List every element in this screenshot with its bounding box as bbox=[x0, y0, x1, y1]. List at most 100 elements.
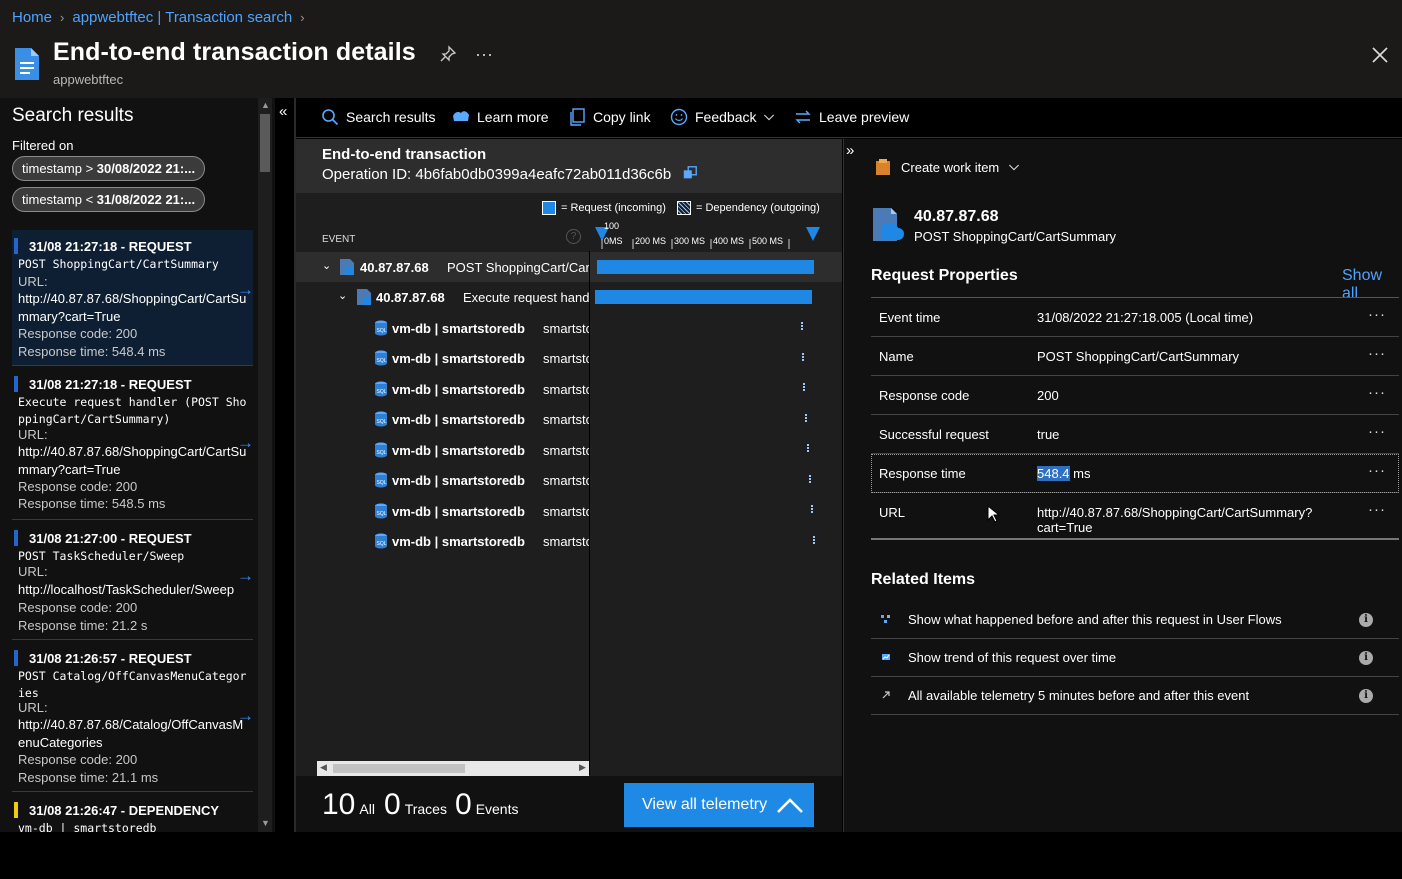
svg-text:SQL: SQL bbox=[377, 480, 387, 486]
property-row[interactable]: Successful request true ··· bbox=[871, 415, 1399, 454]
view-all-telemetry-button[interactable]: View all telemetry bbox=[624, 783, 814, 827]
timeline-scale[interactable]: 100 0MS 200 MS 300 MS 400 MS 500 MS bbox=[595, 221, 820, 251]
dependency-row[interactable]: SQL vm-db | smartstoredb smartstc bbox=[296, 435, 842, 465]
arrow-right-icon[interactable]: → bbox=[237, 566, 254, 586]
search-result-item[interactable]: 31/08 21:27:18 - REQUEST POST ShoppingCa… bbox=[12, 230, 254, 366]
chevron-right-icon: › bbox=[60, 10, 65, 25]
breadcrumb-parent[interactable]: appwebtftec | Transaction search bbox=[72, 9, 292, 26]
events-count-label: Events bbox=[475, 801, 519, 817]
dependency-row[interactable]: SQL vm-db | smartstoredb smartstc bbox=[296, 496, 842, 526]
more-options-icon[interactable]: ··· bbox=[475, 44, 493, 65]
scroll-right-icon[interactable]: ▶ bbox=[579, 762, 586, 773]
column-splitter[interactable] bbox=[589, 251, 590, 775]
copy-id-icon[interactable] bbox=[681, 165, 699, 181]
filter-chip-start[interactable]: timestamp > 30/08/2022 21:... bbox=[12, 156, 205, 181]
svg-text:SQL: SQL bbox=[377, 511, 387, 517]
dependency-tick[interactable] bbox=[809, 474, 811, 483]
dependency-row[interactable]: SQL vm-db | smartstoredb smartstc bbox=[296, 526, 842, 556]
search-result-item[interactable]: 31/08 21:26:47 - DEPENDENCY vm-db | smar… bbox=[12, 794, 253, 832]
search-icon bbox=[322, 109, 339, 126]
expand-right-icon[interactable]: » bbox=[846, 142, 854, 159]
arrow-right-icon[interactable]: → bbox=[237, 433, 254, 453]
related-item[interactable]: All available telemetry 5 minutes before… bbox=[871, 677, 1399, 715]
external-arrow-icon bbox=[882, 691, 890, 699]
more-options-icon[interactable]: ··· bbox=[1368, 384, 1386, 401]
search-result-item[interactable]: 31/08 21:27:00 - REQUEST POST TaskSchedu… bbox=[12, 522, 254, 640]
transaction-row[interactable]: ⌄ 40.87.87.68 Execute request handl bbox=[296, 282, 842, 312]
related-item[interactable]: Show trend of this request over time i bbox=[871, 639, 1399, 677]
traces-count[interactable]: 0 Traces bbox=[384, 788, 447, 822]
learn-more-label: Learn more bbox=[477, 109, 549, 125]
timeline-bar[interactable] bbox=[597, 260, 814, 274]
close-icon[interactable] bbox=[1371, 46, 1389, 64]
chevron-up-icon bbox=[777, 798, 803, 813]
scrollbar-thumb[interactable] bbox=[333, 764, 465, 773]
property-row[interactable]: Response code 200 ··· bbox=[871, 376, 1399, 415]
events-count-number: 0 bbox=[455, 788, 472, 821]
arrow-right-icon[interactable]: → bbox=[237, 706, 254, 726]
more-options-icon[interactable]: ··· bbox=[1368, 423, 1386, 440]
traces-count-number: 0 bbox=[384, 788, 401, 821]
dependency-tick[interactable] bbox=[802, 352, 804, 361]
search-result-item[interactable]: 31/08 21:26:57 - REQUEST POST Catalog/Of… bbox=[12, 642, 254, 792]
chevron-down-icon[interactable]: ⌄ bbox=[322, 259, 331, 272]
copy-icon bbox=[570, 108, 585, 126]
more-options-icon[interactable]: ··· bbox=[1368, 501, 1386, 518]
dependency-row[interactable]: SQL vm-db | smartstoredb smartstc bbox=[296, 313, 842, 343]
create-work-item-button[interactable]: Create work item bbox=[874, 158, 1020, 176]
pin-icon[interactable] bbox=[439, 45, 457, 63]
more-options-icon[interactable]: ··· bbox=[1368, 345, 1386, 362]
results-scrollbar[interactable]: ▲ ▼ bbox=[258, 98, 272, 832]
related-item[interactable]: Show what happened before and after this… bbox=[871, 601, 1399, 639]
breadcrumb-home[interactable]: Home bbox=[12, 9, 52, 26]
info-icon[interactable]: i bbox=[1359, 689, 1373, 703]
property-row[interactable]: Event time 31/08/2022 21:27:18.005 (Loca… bbox=[871, 298, 1399, 337]
learn-more-button[interactable]: Learn more bbox=[452, 108, 549, 126]
copy-link-button[interactable]: Copy link bbox=[568, 108, 651, 126]
search-results-button[interactable]: Search results bbox=[321, 108, 435, 126]
leave-preview-button[interactable]: Leave preview bbox=[794, 108, 909, 126]
all-count[interactable]: 10 All bbox=[322, 788, 375, 822]
timeline-bar[interactable] bbox=[595, 290, 812, 304]
more-options-icon[interactable]: ··· bbox=[1368, 306, 1386, 323]
legend-dependency: = Dependency (outgoing) bbox=[677, 201, 820, 215]
property-key: Event time bbox=[879, 310, 941, 325]
events-count[interactable]: 0 Events bbox=[455, 788, 519, 822]
transaction-row[interactable]: ⌄ 40.87.87.68 POST ShoppingCart/Cart bbox=[296, 252, 842, 282]
dependency-row[interactable]: SQL vm-db | smartstoredb smartstc bbox=[296, 343, 842, 373]
property-row[interactable]: Response time 548.4 ms ··· bbox=[871, 454, 1399, 493]
help-icon[interactable]: ? bbox=[566, 229, 581, 244]
dependency-row[interactable]: SQL vm-db | smartstoredb smartstc bbox=[296, 404, 842, 434]
collapse-left-icon[interactable]: « bbox=[279, 103, 287, 120]
more-options-icon[interactable]: ··· bbox=[1368, 462, 1386, 479]
dependency-row[interactable]: SQL vm-db | smartstoredb smartstc bbox=[296, 374, 842, 404]
scrollbar-thumb[interactable] bbox=[260, 114, 270, 172]
horizontal-scrollbar[interactable]: ◀ ▶ bbox=[317, 761, 589, 776]
scroll-left-icon[interactable]: ◀ bbox=[320, 762, 327, 773]
dependency-row[interactable]: SQL vm-db | smartstoredb smartstc bbox=[296, 465, 842, 495]
dependency-tick[interactable] bbox=[807, 443, 809, 452]
result-response-code: Response code: 200 bbox=[18, 600, 138, 615]
search-result-item[interactable]: 31/08 21:27:18 - REQUEST Execute request… bbox=[12, 368, 254, 520]
chevron-down-icon[interactable]: ⌄ bbox=[338, 289, 347, 302]
info-icon[interactable]: i bbox=[1359, 651, 1373, 665]
filter-chip-end[interactable]: timestamp < 31/08/2022 21:... bbox=[12, 187, 205, 212]
arrow-right-icon[interactable]: → bbox=[237, 280, 254, 300]
property-row[interactable]: URL http://40.87.87.68/ShoppingCart/Cart… bbox=[871, 493, 1399, 540]
scroll-up-icon[interactable]: ▲ bbox=[261, 100, 270, 110]
dependency-tick[interactable] bbox=[803, 382, 805, 391]
result-response-time: Response time: 548.5 ms bbox=[18, 496, 166, 511]
property-row[interactable]: Name POST ShoppingCart/CartSummary ··· bbox=[871, 337, 1399, 376]
property-value[interactable]: 548.4 ms bbox=[1037, 466, 1337, 481]
feedback-button[interactable]: Feedback bbox=[670, 108, 775, 126]
dependency-tick[interactable] bbox=[805, 413, 807, 422]
info-icon[interactable]: i bbox=[1359, 613, 1373, 627]
dependency-tick[interactable] bbox=[813, 535, 815, 544]
copy-link-label: Copy link bbox=[593, 109, 651, 125]
user-flows-icon bbox=[881, 615, 890, 623]
dependency-tick[interactable] bbox=[811, 504, 813, 513]
dependency-tick[interactable] bbox=[801, 321, 803, 330]
request-icon bbox=[340, 259, 354, 275]
swap-arrows-icon bbox=[795, 110, 811, 124]
scroll-down-icon[interactable]: ▼ bbox=[261, 818, 270, 828]
